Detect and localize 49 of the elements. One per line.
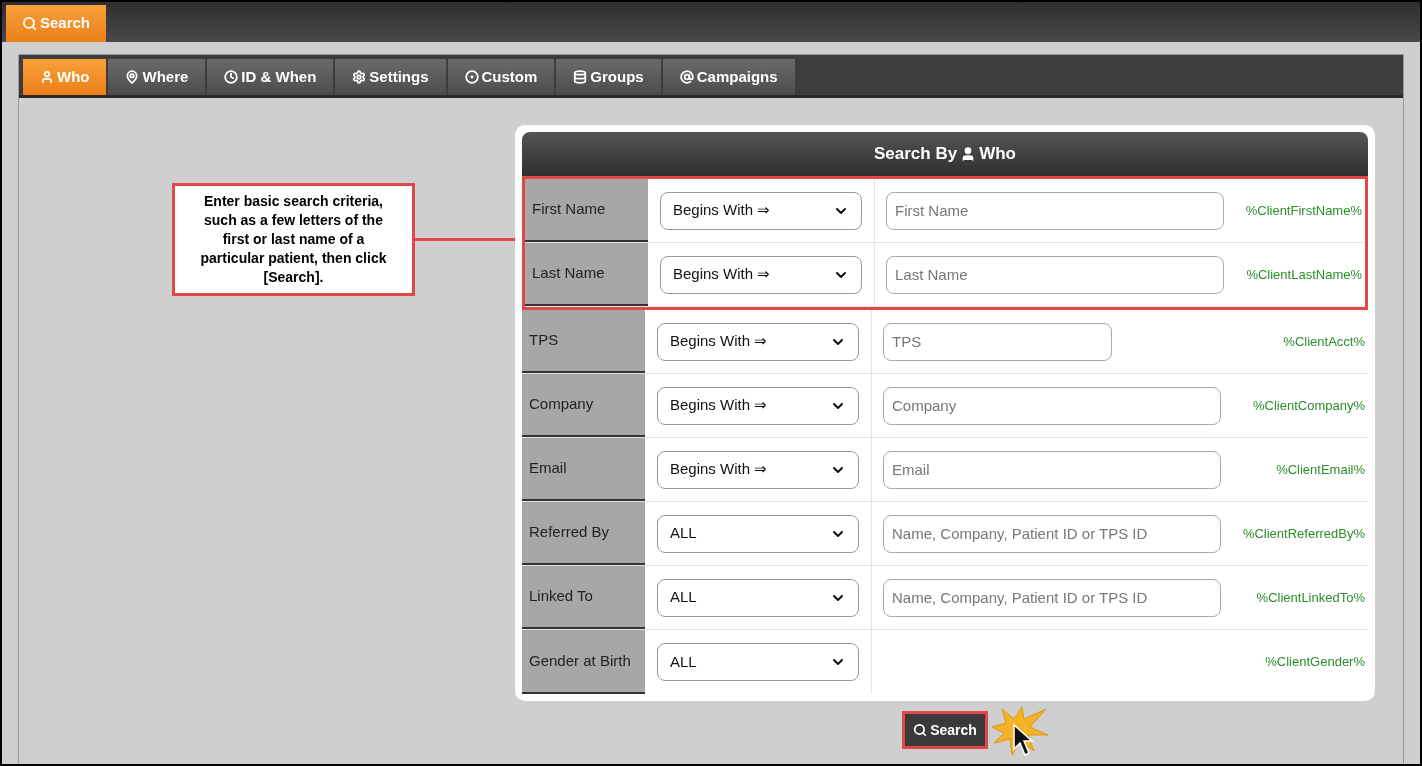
user-icon <box>40 70 54 84</box>
field-label: Linked To <box>522 566 645 629</box>
category-tab[interactable]: Campaigns <box>662 59 795 95</box>
panel-title: Search By <box>874 143 958 166</box>
category-tab[interactable]: Custom <box>447 59 555 95</box>
text-input-field[interactable]: Company <box>883 386 1221 425</box>
text-input-field[interactable]: Name, Company, Patient ID or TPS ID <box>883 514 1221 553</box>
field-tag: %ClientEmail% <box>1276 459 1365 480</box>
text-input-field[interactable]: TPS <box>883 322 1112 361</box>
map-pin-icon <box>125 70 140 84</box>
match-dropdown[interactable]: ALL <box>657 578 859 617</box>
field-tag: %ClientLinkedTo% <box>1256 587 1365 608</box>
text-input-field[interactable]: Name, Company, Patient ID or TPS ID <box>883 578 1221 617</box>
category-tab[interactable]: Settings <box>335 59 446 95</box>
field-label: Company <box>522 374 645 437</box>
callout-note: Enter basic search criteria, such as a few letters of the first or last name of a particular patient, then click [Search]. <box>172 183 415 296</box>
text-input-field[interactable]: Email <box>883 450 1221 489</box>
clock-icon <box>224 70 239 84</box>
field-label: Referred By <box>522 502 645 565</box>
field-tag: %ClientGender% <box>1265 652 1365 672</box>
field-label: Gender at Birth <box>522 630 645 694</box>
field-label: Last Name <box>525 243 648 306</box>
field-label: TPS <box>522 310 645 373</box>
category-tab[interactable]: Where <box>108 59 206 95</box>
panel-title-suffix: Who <box>979 143 1016 166</box>
field-label: First Name <box>525 179 648 242</box>
match-dropdown[interactable]: Begins With ⇒ <box>660 255 862 294</box>
gear-icon <box>352 70 367 84</box>
match-dropdown[interactable]: ALL <box>657 514 859 553</box>
match-dropdown[interactable]: Begins With ⇒ <box>657 386 859 425</box>
category-tab[interactable]: Groups <box>556 59 661 95</box>
match-dropdown[interactable]: Begins With ⇒ <box>657 450 859 489</box>
search-button[interactable]: Search <box>902 711 988 749</box>
category-tab[interactable]: ID & When <box>207 59 334 95</box>
field-tag: %ClientCompany% <box>1253 395 1365 416</box>
match-dropdown[interactable]: ALL <box>657 643 859 681</box>
field-label: Email <box>522 438 645 501</box>
search-icon <box>21 16 37 31</box>
at-sign-icon <box>679 70 694 84</box>
target-icon <box>464 70 479 84</box>
field-tag: %ClientFirstName% <box>1245 200 1362 221</box>
field-tag: %ClientLastName% <box>1246 264 1362 285</box>
field-tag: %ClientAcct% <box>1283 331 1365 352</box>
text-input-field[interactable]: First Name <box>886 191 1224 230</box>
match-dropdown[interactable]: Begins With ⇒ <box>657 322 859 361</box>
text-input-field[interactable]: Last Name <box>886 255 1224 294</box>
field-tag: %ClientReferredBy% <box>1242 523 1365 544</box>
match-dropdown[interactable]: Begins With ⇒ <box>660 191 862 230</box>
search-icon <box>913 723 928 737</box>
